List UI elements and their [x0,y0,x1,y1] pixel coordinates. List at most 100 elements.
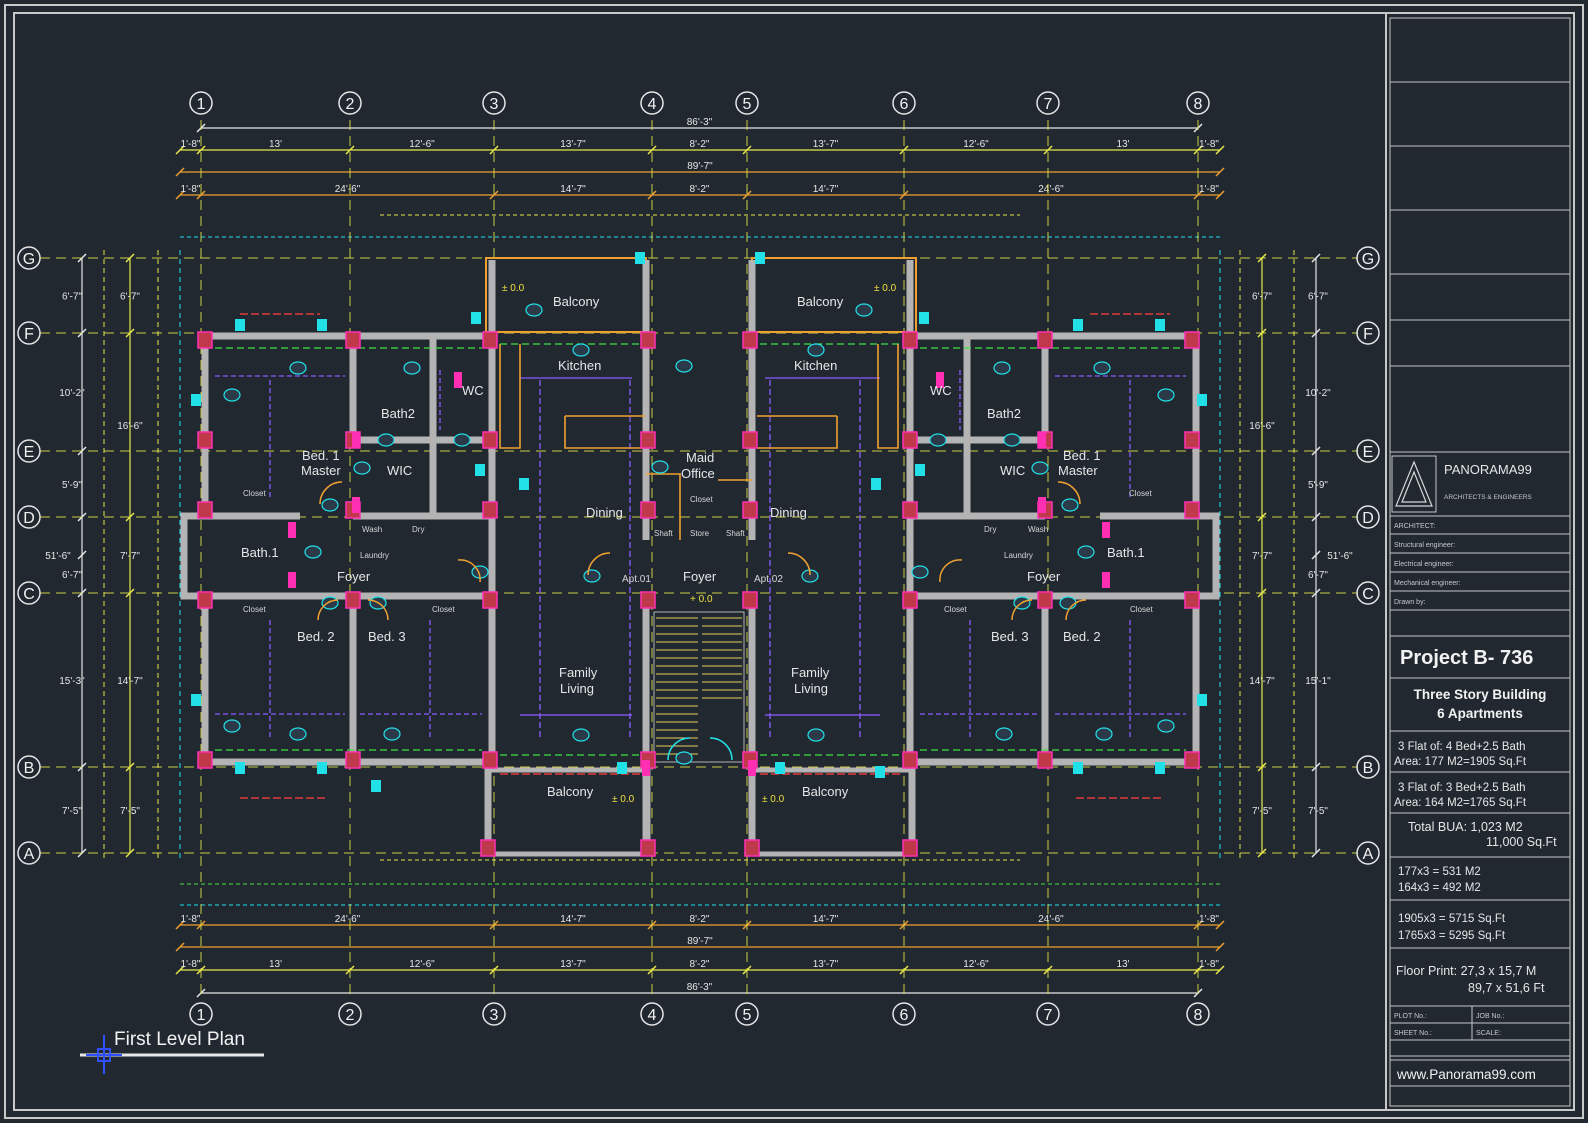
structural-column [742,431,758,449]
window-marker [1073,319,1083,331]
element-tag [929,433,947,447]
structural-column [482,431,498,449]
label-bath1-l: Bath.1 [241,545,279,560]
label-foyer-r: Foyer [1027,569,1061,584]
tb-calc1-b: 164x3 = 492 M2 [1398,882,1481,894]
level-br: ± 0.0 [762,794,785,805]
finish-lines [215,343,1186,756]
grid-layer: 1 1 2 2 3 3 4 4 5 5 6 6 7 7 8 8 A A B B C C D D E E F F G G [17,91,1380,1026]
label-master-l: Master [301,463,341,478]
balcony-bottom-right [749,767,915,857]
dim-bot-1-text: 13' [269,959,282,970]
dim-right-outer-text: 5'-9" [1308,480,1328,491]
label-wic-r: WIC [1000,463,1025,478]
grid-label-row: A [24,846,35,863]
door-marker [1102,522,1110,538]
label-closet-3: Closet [243,605,266,614]
structural-column [742,501,758,519]
label-foyer-c: Foyer [683,569,717,584]
label-family-r: Family [791,665,830,680]
label-dry-r: Dry [984,525,996,534]
label-master-r: Master [1058,463,1098,478]
label-apt01: Apt.01 [622,574,651,585]
element-tag [353,461,371,475]
tb-flat2-a: 3 Flat of: 3 Bed+2.5 Bath [1398,782,1526,794]
element-tag [1059,596,1077,610]
element-tag [1095,727,1113,741]
dim-top-2-text: 24'-6" [1038,184,1064,195]
dim-top-2-text: 14'-7" [813,184,839,195]
structural-column [902,591,918,609]
grid-label-col: 2 [346,96,355,113]
label-kitchen-r: Kitchen [794,358,837,373]
tb-calc1-a: 177x3 = 531 M2 [1398,866,1481,878]
window-marker [1197,394,1207,406]
structural-column [1037,751,1053,769]
window-marker [915,464,925,476]
structural-column [1184,501,1200,519]
label-apt02: Apt.02 [754,574,783,585]
dim-bot-2-text: 1'-8" [1199,914,1219,925]
window-marker [371,780,381,792]
tb-desc-2: 6 Apartments [1437,706,1523,721]
element-tag [289,361,307,375]
tb-job: JOB No.: [1476,1013,1504,1020]
tb-numbers: PLOT No.: JOB No.: SHEET No.: SCALE: [1394,1013,1504,1037]
label-store: Store [690,529,710,538]
structural-column [197,591,213,609]
structural-column [640,431,656,449]
dim-overall-vertical: 51'-6" [1327,551,1353,562]
dim-overall-vertical: 51'-6" [45,551,71,562]
dim-left-outer-text: 6'-7" [62,570,82,581]
element-tag [1157,719,1175,733]
structural-column [482,591,498,609]
element-tag [583,569,601,583]
tb-website: www.Panorama99.com [1396,1067,1536,1082]
tb-drawnby: Drawn by: [1394,599,1426,606]
window-marker [775,762,785,774]
dim-right-outer-text: 6'-7" [1308,292,1328,303]
dim-bot-1-text: 1'-8" [181,959,201,970]
dim-bot-1-text: 13'-7" [560,959,586,970]
grid-label-row: D [23,510,35,527]
element-tag [911,565,929,579]
window-marker [919,312,929,324]
element-tag [1077,545,1095,559]
dim-right-inner-text: 7'-5" [1252,806,1272,817]
label-closet-4: Closet [432,605,455,614]
element-tag [993,361,1011,375]
structural-column [482,331,498,349]
stairs [653,611,745,763]
label-balcony-tr: Balcony [797,294,844,309]
door-marker [288,572,296,588]
window-marker [317,319,327,331]
grid-label-row: E [24,444,35,461]
structural-column [902,331,918,349]
grid-label-row: C [1362,586,1374,603]
dim-top-1-text: 12'-6" [963,139,989,150]
tb-areas: 3 Flat of: 4 Bed+2.5 Bath Area: 177 M2=1… [1394,741,1557,995]
window-marker [191,394,201,406]
window-marker [875,766,885,778]
structural-column [197,501,213,519]
label-shaft-l: Shaft [654,529,673,538]
label-balcony-bl: Balcony [547,784,594,799]
label-dry-l: Dry [412,525,424,534]
structural-column [1037,331,1053,349]
structural-column [902,431,918,449]
dim-bot-1-text: 13' [1116,959,1129,970]
element-tag [572,728,590,742]
grid-label-col: 2 [346,1007,355,1024]
dim-top-inner-text: 89'-7" [687,161,713,172]
tb-flat1-a: 3 Flat of: 4 Bed+2.5 Bath [1398,741,1526,753]
label-closet-1: Closet [243,489,266,498]
label-shaft-r: Shaft [726,529,745,538]
structural-column [744,839,760,857]
grid-label-col: 4 [648,1007,657,1024]
element-tag [321,596,339,610]
dim-left-inner-text: 16'-6" [117,421,143,432]
dim-top-2-text: 1'-8" [1199,184,1219,195]
dim-bot-1-text: 12'-6" [963,959,989,970]
element-tag [377,433,395,447]
element-tag [223,719,241,733]
